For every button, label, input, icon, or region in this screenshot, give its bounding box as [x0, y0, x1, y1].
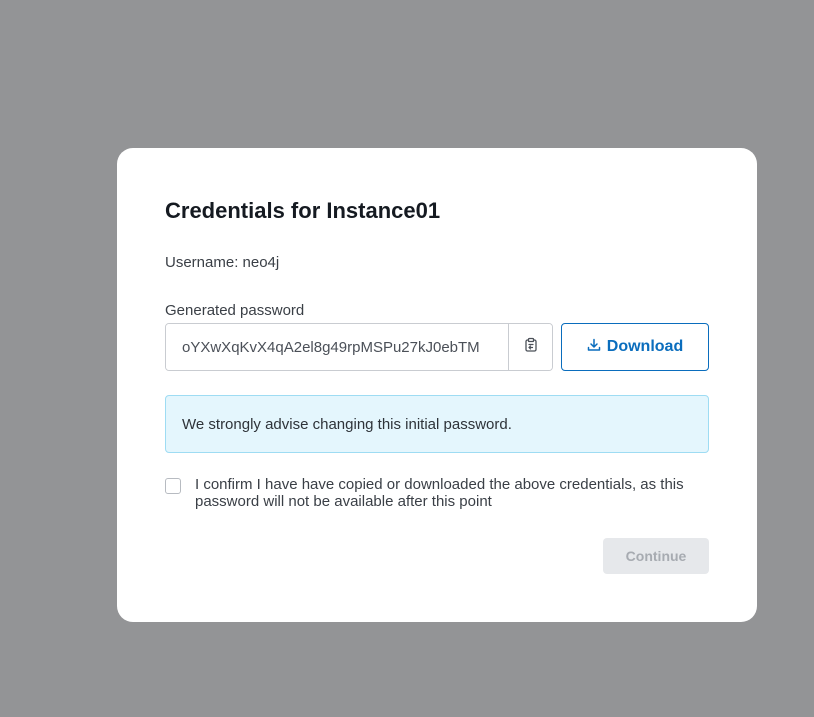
download-label: Download [606, 338, 684, 355]
password-input[interactable] [166, 324, 508, 370]
password-warning-notice: We strongly advise changing this initial… [165, 395, 709, 453]
copy-password-button[interactable] [508, 324, 552, 370]
username-text: Username: neo4j [165, 254, 280, 271]
continue-button[interactable]: Continue [603, 538, 709, 574]
confirm-checkbox[interactable] [165, 478, 181, 494]
password-field-group [165, 323, 553, 371]
notice-text: We strongly advise changing this initial… [182, 415, 512, 433]
download-icon [587, 338, 601, 357]
confirm-label[interactable]: I confirm I have have copied or download… [195, 476, 695, 510]
dialog-title: Credentials for Instance01 [165, 198, 441, 223]
credentials-dialog: Credentials for Instance01 Username: neo… [117, 148, 757, 622]
confirm-row: I confirm I have have copied or download… [165, 476, 709, 510]
clipboard-copy-icon [524, 337, 538, 358]
download-button[interactable]: Download [561, 323, 709, 371]
password-label: Generated password [165, 302, 305, 319]
